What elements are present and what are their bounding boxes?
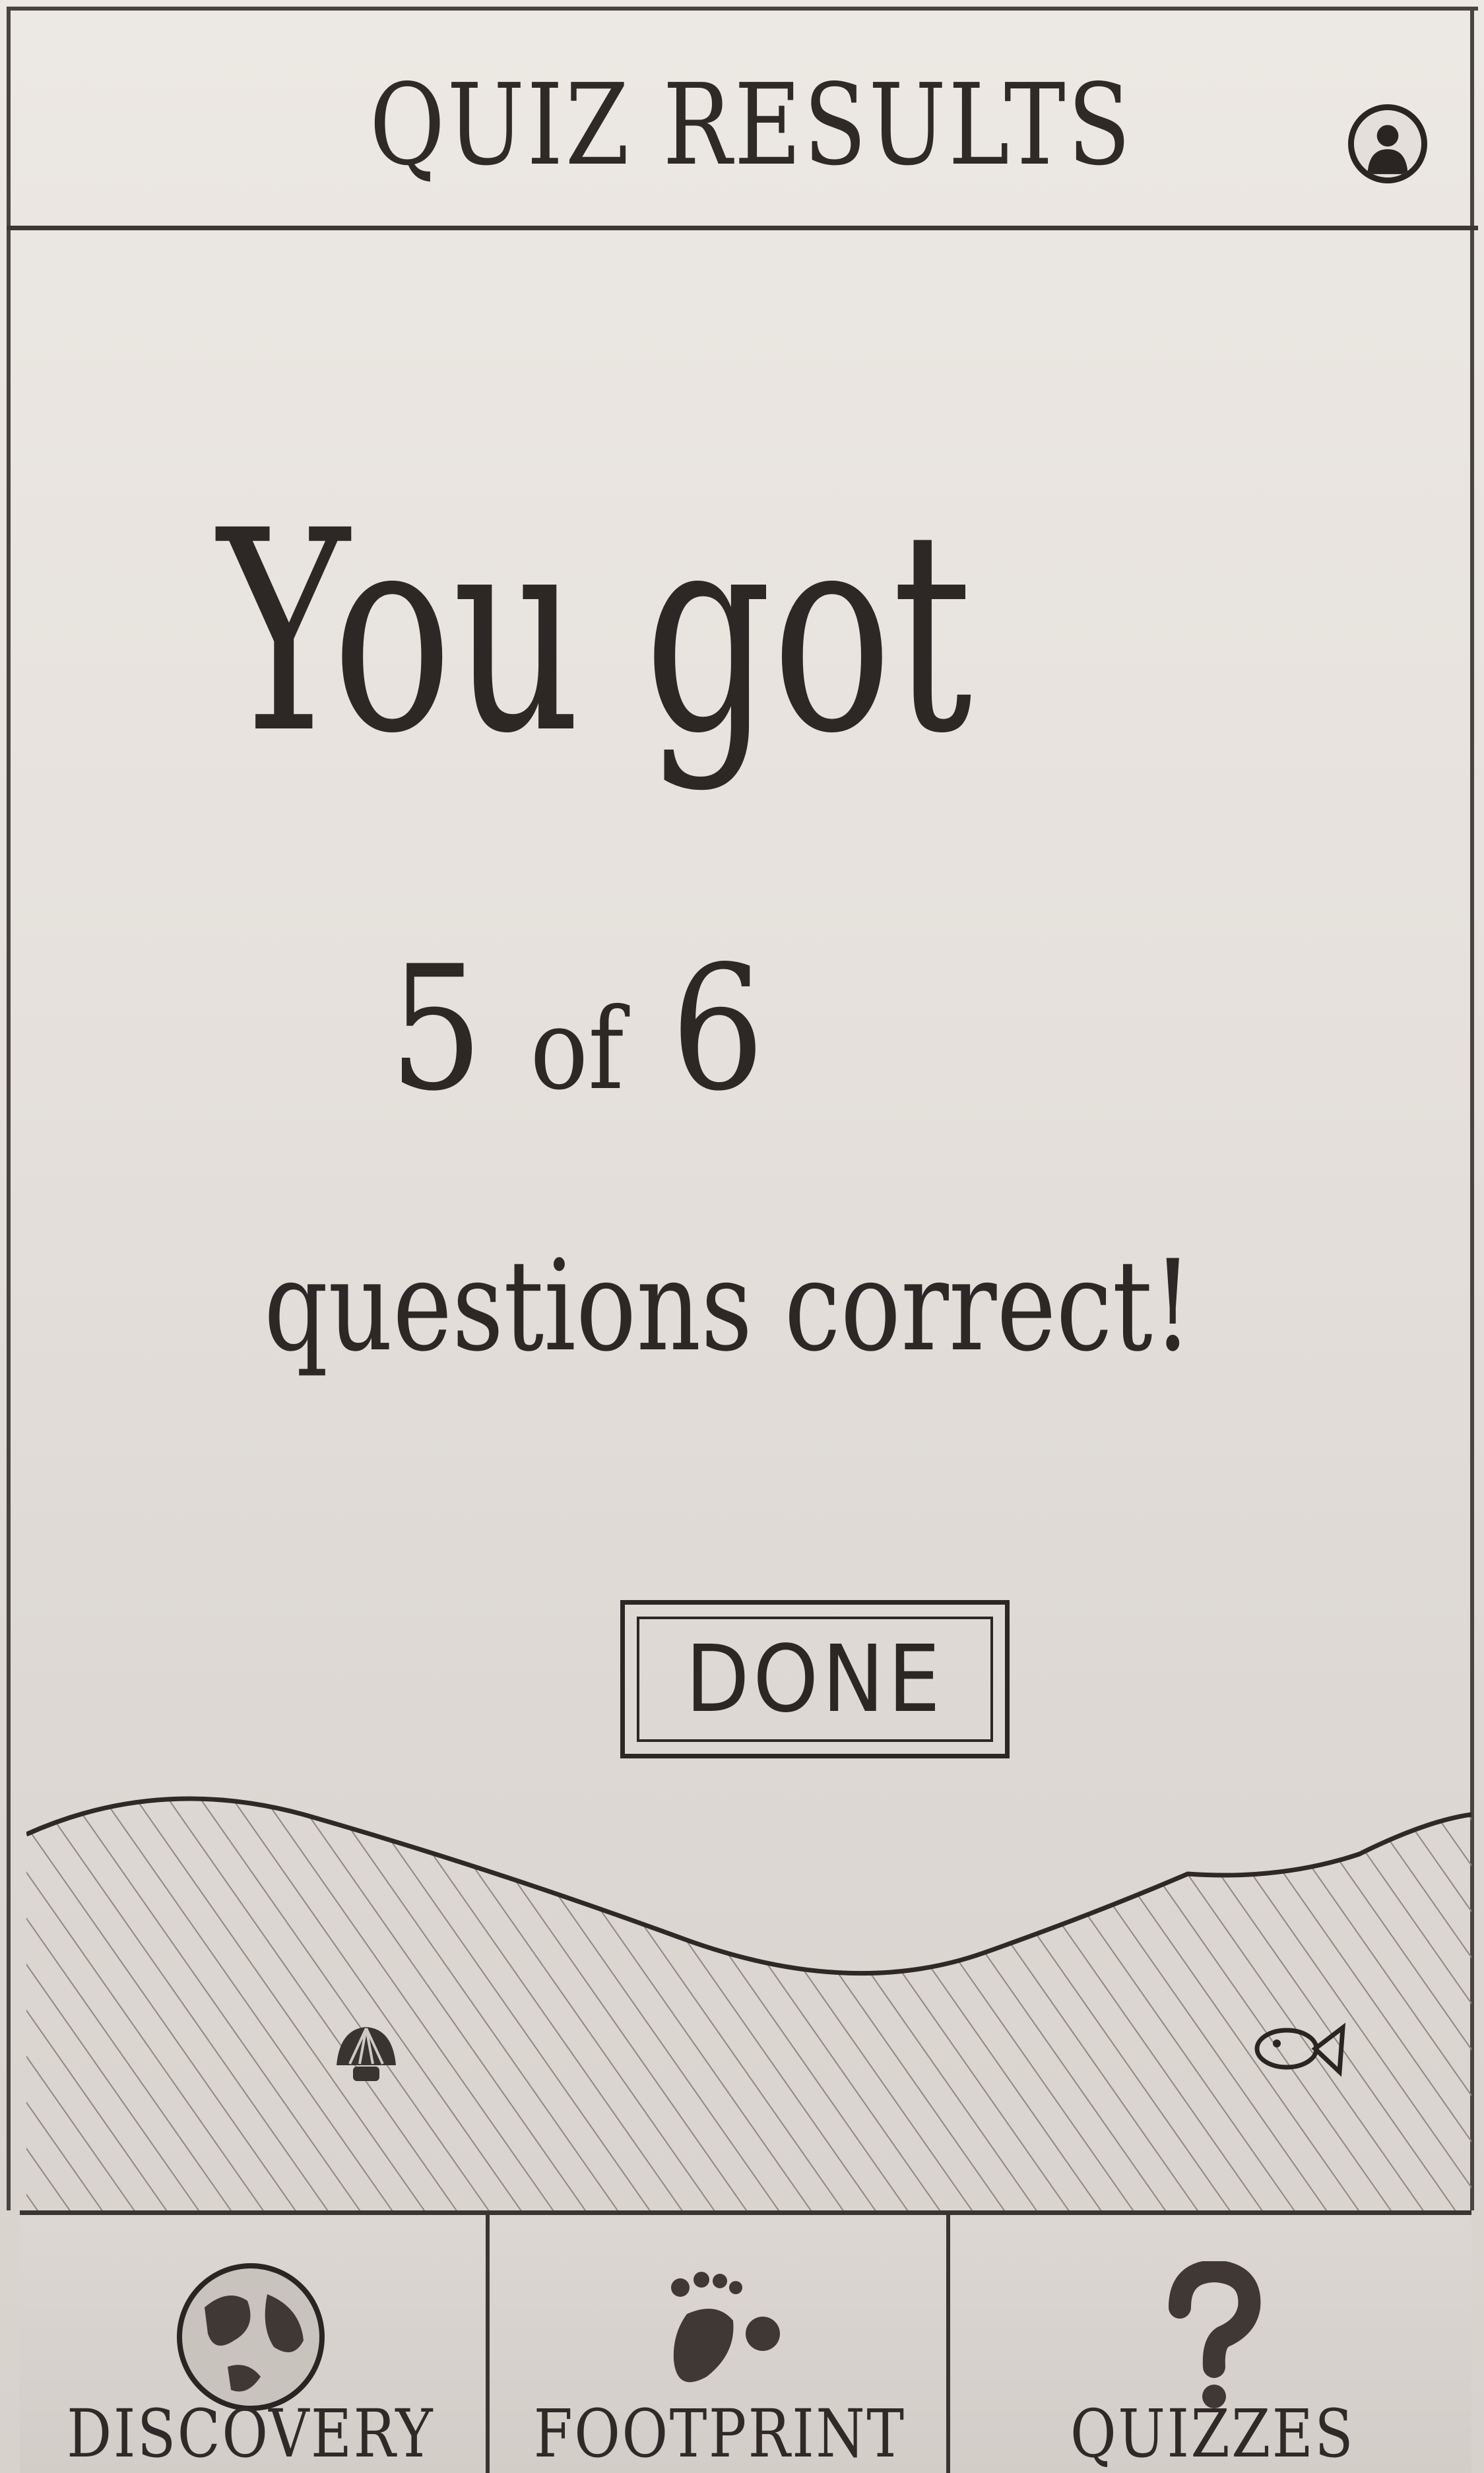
tab-discovery[interactable]: DISCOVERY bbox=[20, 2215, 482, 2473]
frame-left-border bbox=[7, 7, 11, 2210]
score-line: 5 of 6 bbox=[55, 911, 1484, 1148]
fish-icon bbox=[1250, 2016, 1356, 2082]
tab-quizzes-label: QUIZZES bbox=[1070, 2395, 1355, 2472]
score-of-text: of bbox=[530, 984, 624, 1115]
shell-icon bbox=[330, 2019, 403, 2092]
header-divider bbox=[7, 226, 1478, 230]
avatar-graphic bbox=[1354, 110, 1421, 177]
result-heading: You got bbox=[218, 472, 973, 794]
result-subtext: questions correct! bbox=[264, 1233, 1193, 1379]
ocean-wave-illustration bbox=[26, 1782, 1471, 2210]
done-button[interactable]: DONE bbox=[620, 1600, 1010, 1758]
question-mark-icon bbox=[1153, 2259, 1272, 2416]
done-button-label: DONE bbox=[686, 1625, 944, 1733]
footprint-icon bbox=[647, 2261, 792, 2416]
frame-top-border bbox=[7, 7, 1478, 11]
globe-icon bbox=[168, 2261, 333, 2416]
tab-footprint[interactable]: FOOTPRINT bbox=[486, 2215, 950, 2473]
user-avatar-icon[interactable] bbox=[1348, 104, 1427, 183]
tab-discovery-label: DISCOVERY bbox=[67, 2395, 435, 2472]
score-total: 6 bbox=[670, 930, 765, 1129]
score-value: 5 bbox=[389, 930, 484, 1129]
tab-quizzes[interactable]: QUIZZES bbox=[946, 2215, 1475, 2473]
page-title: QUIZ RESULTS bbox=[370, 60, 1133, 191]
bottom-tab-bar: DISCOVERY FOOTPRINT QUIZZES bbox=[20, 2210, 1471, 2473]
tab-footprint-label: FOOTPRINT bbox=[534, 2395, 906, 2472]
